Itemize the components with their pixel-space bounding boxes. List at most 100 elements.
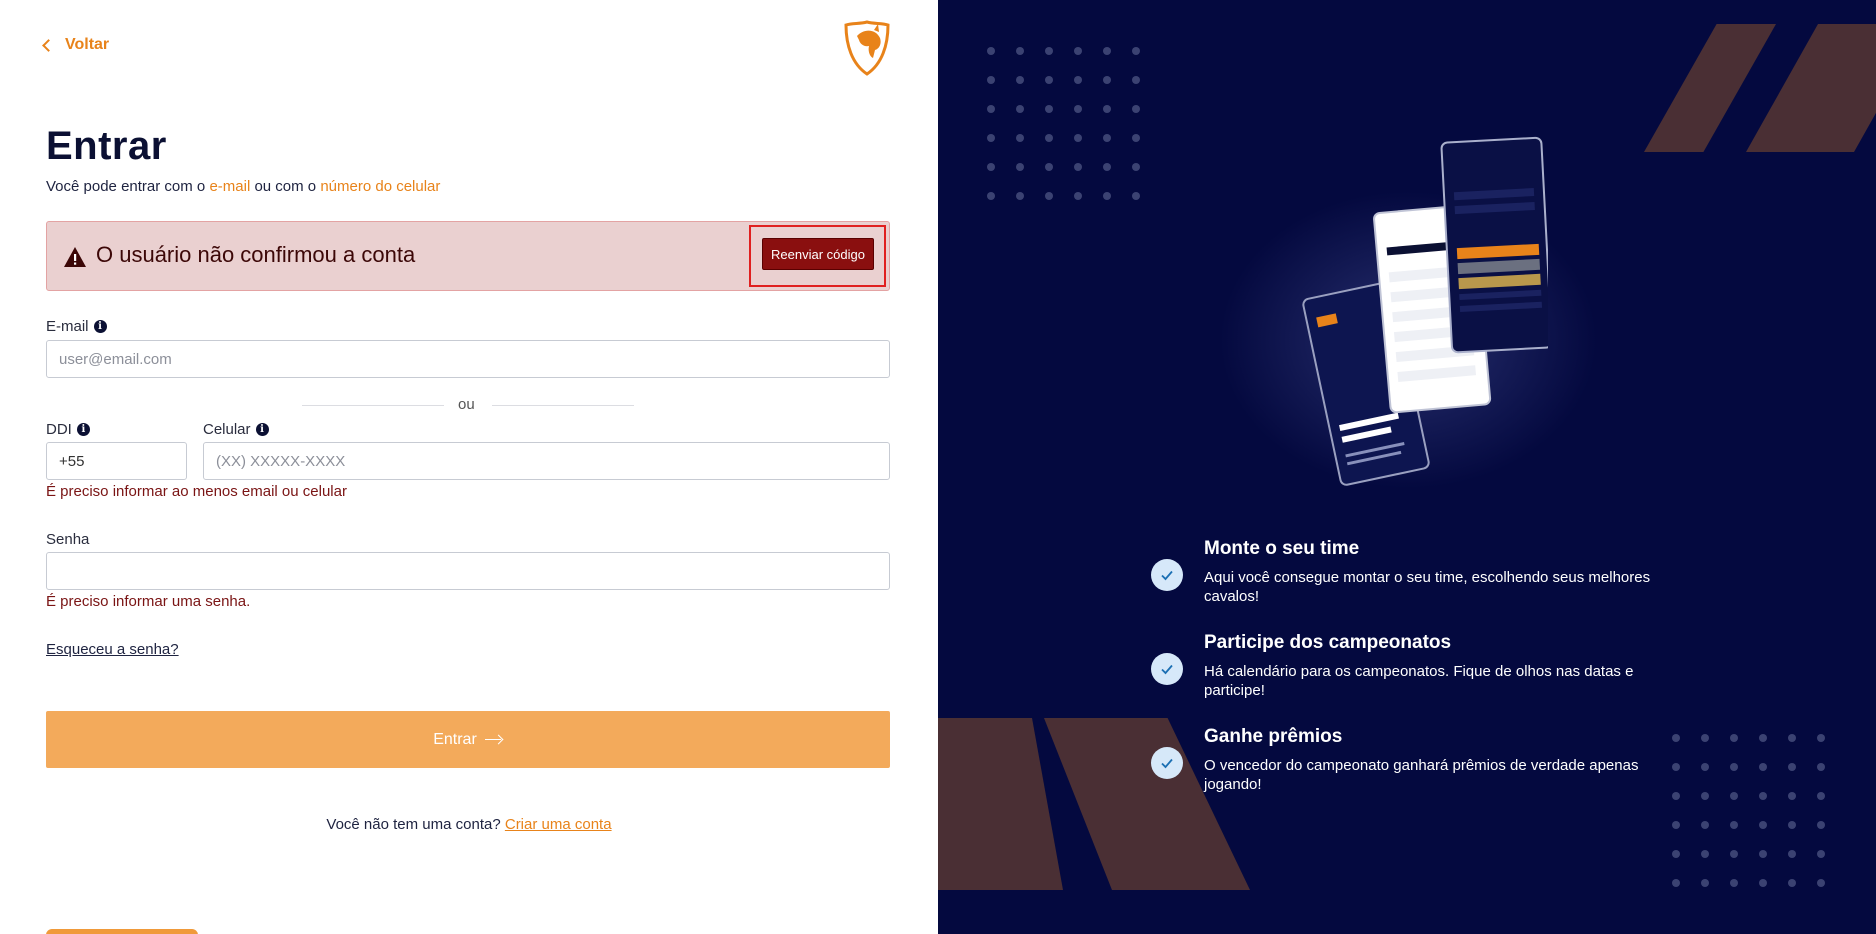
decorative-dot (1788, 850, 1796, 858)
info-icon[interactable]: i (255, 423, 269, 436)
promo-panel: Monte o seu time Aqui você consegue mont… (938, 0, 1876, 934)
decorative-dot (1672, 821, 1680, 829)
decorative-dot (1759, 879, 1767, 887)
decorative-dot (1759, 821, 1767, 829)
submit-label: Entrar (433, 730, 477, 748)
email-label: E-mail i (46, 318, 107, 335)
decorative-dot (987, 163, 995, 171)
login-panel: Voltar Entrar Você pode entrar com o e-m… (0, 0, 938, 934)
separator-line-left (302, 405, 444, 406)
decorative-dot (987, 192, 995, 200)
separator-line-right (492, 405, 634, 406)
back-link[interactable]: Voltar (42, 36, 110, 54)
ddi-input[interactable] (46, 442, 187, 480)
decorative-dots (1672, 734, 1825, 887)
back-label: Voltar (65, 36, 110, 53)
decorative-stripe (1644, 24, 1776, 152)
decorative-dot (1074, 163, 1082, 171)
decorative-dot (1672, 879, 1680, 887)
phone-error: É preciso informar ao menos email ou cel… (46, 483, 347, 500)
decorative-dot (987, 105, 995, 113)
forgot-password-link[interactable]: Esqueceu a senha? (46, 641, 179, 658)
decorative-dot (1074, 47, 1082, 55)
decorative-dot (1701, 850, 1709, 858)
password-error: É preciso informar uma senha. (46, 593, 251, 610)
email-input[interactable] (46, 340, 890, 378)
decorative-stripe (938, 718, 1063, 890)
decorative-dot (1132, 163, 1140, 171)
decorative-dot (1103, 163, 1111, 171)
decorative-dot (1672, 850, 1680, 858)
password-input[interactable] (46, 552, 890, 590)
decorative-dot (1730, 850, 1738, 858)
unconfirmed-account-alert: O usuário não confirmou a conta Reenviar… (46, 221, 890, 291)
page-title: Entrar (46, 124, 167, 168)
decorative-dot (1730, 792, 1738, 800)
decorative-dot (1045, 192, 1053, 200)
decorative-dot (1701, 734, 1709, 742)
decorative-dot (1016, 105, 1024, 113)
decorative-dot (1074, 105, 1082, 113)
decorative-dot (1759, 850, 1767, 858)
warning-icon (64, 247, 86, 267)
decorative-dot (1730, 763, 1738, 771)
decorative-dot (1730, 734, 1738, 742)
decorative-dot (1701, 763, 1709, 771)
password-label: Senha (46, 531, 90, 548)
decorative-dot (1016, 134, 1024, 142)
check-icon (1151, 747, 1183, 779)
separator-or: ou (458, 396, 475, 413)
decorative-dot (1817, 879, 1825, 887)
decorative-dot (1016, 47, 1024, 55)
decorative-dot (1672, 792, 1680, 800)
decorative-dot (1103, 134, 1111, 142)
decorative-dot (1016, 76, 1024, 84)
decorative-dot (1817, 850, 1825, 858)
decorative-dot (1132, 134, 1140, 142)
decorative-dots (987, 47, 1140, 200)
phone-input[interactable] (203, 442, 890, 480)
horse-logo-icon (844, 20, 890, 76)
check-icon (1151, 653, 1183, 685)
feature-description: Aqui você consegue montar o seu time, es… (1204, 569, 1651, 605)
subtitle-email-highlight: e-mail (209, 178, 251, 195)
decorative-dot (1103, 192, 1111, 200)
phone-label: Celular i (203, 421, 269, 438)
decorative-dot (1701, 879, 1709, 887)
decorative-dot (1788, 879, 1796, 887)
subtitle-phone-highlight: número do celular (320, 178, 441, 195)
feature-description: Há calendário para os campeonatos. Fique… (1204, 663, 1634, 699)
decorative-dot (1074, 192, 1082, 200)
alert-message: O usuário não confirmou a conta (96, 242, 416, 267)
arrow-right-icon (484, 735, 503, 745)
decorative-dot (1132, 105, 1140, 113)
login-submit-button[interactable]: Entrar (46, 711, 890, 768)
decorative-dot (1074, 134, 1082, 142)
decorative-dot (1730, 879, 1738, 887)
decorative-dot (987, 76, 995, 84)
decorative-dot (1701, 792, 1709, 800)
create-account-link[interactable]: Criar uma conta (505, 816, 612, 833)
resend-code-button[interactable]: Reenviar código (762, 238, 874, 270)
ddi-label: DDI i (46, 421, 90, 438)
decorative-dot (1730, 821, 1738, 829)
decorative-dot (1759, 734, 1767, 742)
decorative-stripe (1746, 24, 1876, 152)
feature-title: Monte o seu time (1204, 538, 1360, 559)
signup-prompt: Você não tem uma conta? Criar uma conta (326, 816, 612, 833)
app-phones-illustration (1302, 136, 1548, 486)
decorative-dot (1045, 76, 1053, 84)
info-icon[interactable]: i (76, 423, 90, 436)
decorative-dot (1759, 792, 1767, 800)
check-icon (1151, 559, 1183, 591)
decorative-dot (987, 47, 995, 55)
decorative-dot (1788, 821, 1796, 829)
decorative-dot (1759, 763, 1767, 771)
feature-description: O vencedor do campeonato ganhará prêmios… (1204, 757, 1639, 793)
decorative-dot (1045, 134, 1053, 142)
info-icon[interactable]: i (93, 320, 107, 333)
decorative-dot (1817, 792, 1825, 800)
decorative-dot (1132, 47, 1140, 55)
chevron-left-icon (42, 39, 55, 52)
secondary-button-partial[interactable] (46, 929, 198, 934)
